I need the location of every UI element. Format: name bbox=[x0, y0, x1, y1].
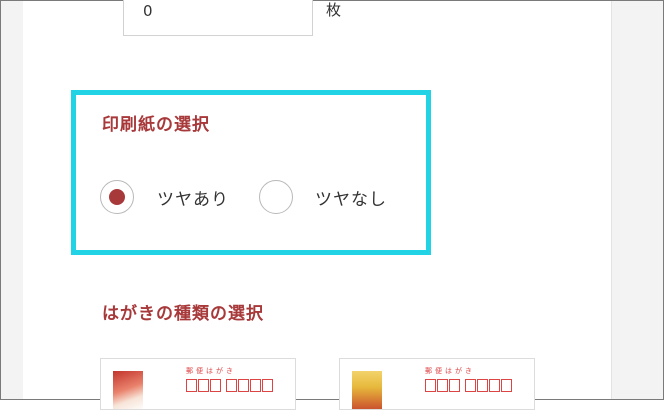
postcard-option-1[interactable]: 郵便はがき bbox=[100, 358, 296, 410]
radio-glossy[interactable] bbox=[100, 180, 134, 214]
postal-label: 郵便はがき bbox=[186, 367, 236, 375]
zip-code-boxes bbox=[425, 379, 513, 392]
radio-matte[interactable] bbox=[259, 180, 293, 214]
postcard-art-image bbox=[352, 371, 382, 409]
postcard-option-2[interactable]: 郵便はがき bbox=[339, 358, 535, 410]
quantity-unit: 枚 bbox=[326, 1, 342, 19]
paper-selection-title: 印刷紙の選択 bbox=[102, 115, 210, 135]
radio-selected-dot bbox=[109, 189, 125, 205]
zip-code-boxes bbox=[186, 379, 274, 392]
postcard-art-image bbox=[113, 371, 143, 409]
postal-label: 郵便はがき bbox=[425, 367, 475, 375]
quantity-value: 0 bbox=[143, 2, 153, 20]
quantity-input[interactable]: 0 bbox=[123, 0, 313, 36]
radio-matte-label[interactable]: ツヤなし bbox=[315, 185, 387, 210]
card-type-title: はがきの種類の選択 bbox=[102, 304, 264, 324]
left-gutter bbox=[1, 1, 23, 399]
right-gutter bbox=[612, 1, 663, 399]
radio-glossy-label[interactable]: ツヤあり bbox=[157, 185, 229, 210]
